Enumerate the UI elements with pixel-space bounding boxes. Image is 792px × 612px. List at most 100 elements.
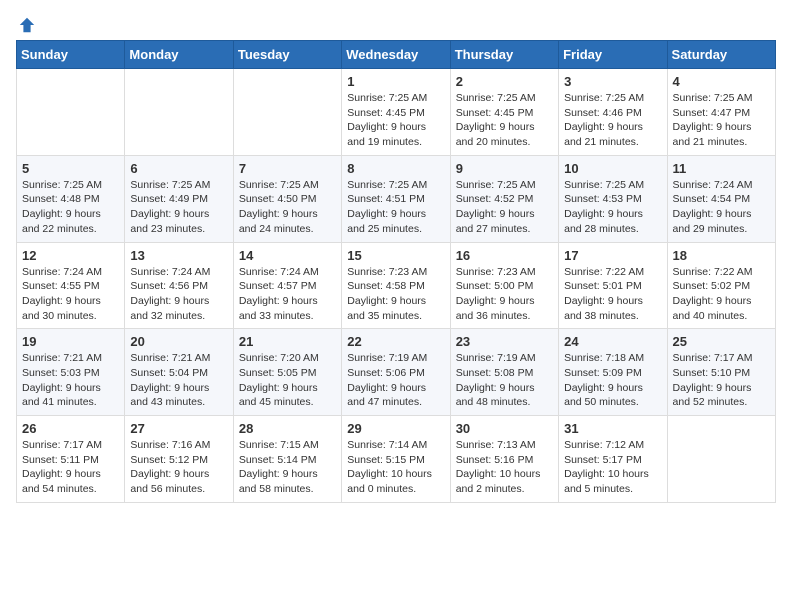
day-cell: 16 Sunrise: 7:23 AMSunset: 5:00 PMDayligh…: [450, 242, 558, 329]
day-cell: 3 Sunrise: 7:25 AMSunset: 4:46 PMDaylight…: [559, 69, 667, 156]
header: [16, 16, 776, 30]
logo: [16, 16, 38, 30]
day-number: 15: [347, 248, 444, 263]
day-number: 27: [130, 421, 227, 436]
day-info: Sunrise: 7:22 AMSunset: 5:02 PMDaylight:…: [673, 265, 770, 324]
day-info: Sunrise: 7:14 AMSunset: 5:15 PMDaylight:…: [347, 438, 444, 497]
day-number: 6: [130, 161, 227, 176]
day-cell: 11Sunrise: 7:24 AMSunset: 4:54 PMDayligh…: [667, 155, 775, 242]
day-cell: 13 Sunrise: 7:24 AMSunset: 4:56 PMDayligh…: [125, 242, 233, 329]
day-number: 17: [564, 248, 661, 263]
day-number: 31: [564, 421, 661, 436]
day-cell: 14 Sunrise: 7:24 AMSunset: 4:57 PMDayligh…: [233, 242, 341, 329]
week-row-5: 26 Sunrise: 7:17 AMSunset: 5:11 PMDayligh…: [17, 416, 776, 503]
day-cell: 27 Sunrise: 7:16 AMSunset: 5:12 PMDayligh…: [125, 416, 233, 503]
day-cell: 19Sunrise: 7:21 AMSunset: 5:03 PMDayligh…: [17, 329, 125, 416]
day-number: 12: [22, 248, 119, 263]
day-info: Sunrise: 7:25 AMSunset: 4:45 PMDaylight:…: [347, 91, 444, 150]
day-cell: 18 Sunrise: 7:22 AMSunset: 5:02 PMDayligh…: [667, 242, 775, 329]
week-row-4: 19Sunrise: 7:21 AMSunset: 5:03 PMDayligh…: [17, 329, 776, 416]
day-info: Sunrise: 7:25 AMSunset: 4:51 PMDaylight:…: [347, 178, 444, 237]
day-info: Sunrise: 7:25 AMSunset: 4:52 PMDaylight:…: [456, 178, 553, 237]
day-info: Sunrise: 7:21 AMSunset: 5:03 PMDaylight:…: [22, 351, 119, 410]
day-number: 26: [22, 421, 119, 436]
day-number: 13: [130, 248, 227, 263]
day-number: 21: [239, 334, 336, 349]
day-info: Sunrise: 7:17 AMSunset: 5:11 PMDaylight:…: [22, 438, 119, 497]
day-number: 23: [456, 334, 553, 349]
logo-text: [16, 16, 38, 34]
day-number: 18: [673, 248, 770, 263]
day-number: 10: [564, 161, 661, 176]
day-info: Sunrise: 7:25 AMSunset: 4:53 PMDaylight:…: [564, 178, 661, 237]
day-number: 1: [347, 74, 444, 89]
day-info: Sunrise: 7:13 AMSunset: 5:16 PMDaylight:…: [456, 438, 553, 497]
day-cell: 25Sunrise: 7:17 AMSunset: 5:10 PMDayligh…: [667, 329, 775, 416]
day-number: 20: [130, 334, 227, 349]
day-info: Sunrise: 7:21 AMSunset: 5:04 PMDaylight:…: [130, 351, 227, 410]
day-cell: 30 Sunrise: 7:13 AMSunset: 5:16 PMDayligh…: [450, 416, 558, 503]
day-header-sunday: Sunday: [17, 41, 125, 69]
day-cell: 12 Sunrise: 7:24 AMSunset: 4:55 PMDayligh…: [17, 242, 125, 329]
day-cell: 31Sunrise: 7:12 AMSunset: 5:17 PMDayligh…: [559, 416, 667, 503]
day-info: Sunrise: 7:25 AMSunset: 4:50 PMDaylight:…: [239, 178, 336, 237]
day-header-wednesday: Wednesday: [342, 41, 450, 69]
day-cell: 22Sunrise: 7:19 AMSunset: 5:06 PMDayligh…: [342, 329, 450, 416]
day-info: Sunrise: 7:25 AMSunset: 4:49 PMDaylight:…: [130, 178, 227, 237]
day-info: Sunrise: 7:23 AMSunset: 4:58 PMDaylight:…: [347, 265, 444, 324]
day-number: 29: [347, 421, 444, 436]
page: SundayMondayTuesdayWednesdayThursdayFrid…: [0, 0, 792, 519]
week-row-3: 12 Sunrise: 7:24 AMSunset: 4:55 PMDayligh…: [17, 242, 776, 329]
day-cell: [17, 69, 125, 156]
day-info: Sunrise: 7:15 AMSunset: 5:14 PMDaylight:…: [239, 438, 336, 497]
day-info: Sunrise: 7:25 AMSunset: 4:47 PMDaylight:…: [673, 91, 770, 150]
day-info: Sunrise: 7:16 AMSunset: 5:12 PMDaylight:…: [130, 438, 227, 497]
logo-icon: [18, 16, 36, 34]
day-number: 30: [456, 421, 553, 436]
day-cell: 23 Sunrise: 7:19 AMSunset: 5:08 PMDayligh…: [450, 329, 558, 416]
day-cell: [667, 416, 775, 503]
day-number: 24: [564, 334, 661, 349]
day-info: Sunrise: 7:23 AMSunset: 5:00 PMDaylight:…: [456, 265, 553, 324]
day-cell: 4Sunrise: 7:25 AMSunset: 4:47 PMDaylight…: [667, 69, 775, 156]
day-cell: 28 Sunrise: 7:15 AMSunset: 5:14 PMDayligh…: [233, 416, 341, 503]
day-cell: 8 Sunrise: 7:25 AMSunset: 4:51 PMDaylight…: [342, 155, 450, 242]
day-cell: 29 Sunrise: 7:14 AMSunset: 5:15 PMDayligh…: [342, 416, 450, 503]
day-header-monday: Monday: [125, 41, 233, 69]
day-cell: 2 Sunrise: 7:25 AMSunset: 4:45 PMDaylight…: [450, 69, 558, 156]
day-number: 9: [456, 161, 553, 176]
day-number: 16: [456, 248, 553, 263]
day-number: 11: [673, 161, 770, 176]
day-info: Sunrise: 7:17 AMSunset: 5:10 PMDaylight:…: [673, 351, 770, 410]
day-cell: [233, 69, 341, 156]
day-number: 14: [239, 248, 336, 263]
day-number: 2: [456, 74, 553, 89]
day-header-tuesday: Tuesday: [233, 41, 341, 69]
week-row-2: 5 Sunrise: 7:25 AMSunset: 4:48 PMDaylight…: [17, 155, 776, 242]
week-row-1: 1 Sunrise: 7:25 AMSunset: 4:45 PMDaylight…: [17, 69, 776, 156]
header-row: SundayMondayTuesdayWednesdayThursdayFrid…: [17, 41, 776, 69]
day-info: Sunrise: 7:24 AMSunset: 4:57 PMDaylight:…: [239, 265, 336, 324]
day-number: 7: [239, 161, 336, 176]
day-info: Sunrise: 7:19 AMSunset: 5:08 PMDaylight:…: [456, 351, 553, 410]
day-number: 5: [22, 161, 119, 176]
day-cell: 20 Sunrise: 7:21 AMSunset: 5:04 PMDayligh…: [125, 329, 233, 416]
day-number: 22: [347, 334, 444, 349]
day-cell: [125, 69, 233, 156]
day-cell: 9 Sunrise: 7:25 AMSunset: 4:52 PMDaylight…: [450, 155, 558, 242]
day-info: Sunrise: 7:25 AMSunset: 4:46 PMDaylight:…: [564, 91, 661, 150]
day-info: Sunrise: 7:25 AMSunset: 4:45 PMDaylight:…: [456, 91, 553, 150]
day-number: 28: [239, 421, 336, 436]
day-cell: 21Sunrise: 7:20 AMSunset: 5:05 PMDayligh…: [233, 329, 341, 416]
day-info: Sunrise: 7:25 AMSunset: 4:48 PMDaylight:…: [22, 178, 119, 237]
day-header-friday: Friday: [559, 41, 667, 69]
day-info: Sunrise: 7:24 AMSunset: 4:56 PMDaylight:…: [130, 265, 227, 324]
day-cell: 6 Sunrise: 7:25 AMSunset: 4:49 PMDaylight…: [125, 155, 233, 242]
day-cell: 17 Sunrise: 7:22 AMSunset: 5:01 PMDayligh…: [559, 242, 667, 329]
day-info: Sunrise: 7:24 AMSunset: 4:55 PMDaylight:…: [22, 265, 119, 324]
day-cell: 24Sunrise: 7:18 AMSunset: 5:09 PMDayligh…: [559, 329, 667, 416]
day-cell: 26 Sunrise: 7:17 AMSunset: 5:11 PMDayligh…: [17, 416, 125, 503]
day-number: 3: [564, 74, 661, 89]
day-number: 8: [347, 161, 444, 176]
day-info: Sunrise: 7:22 AMSunset: 5:01 PMDaylight:…: [564, 265, 661, 324]
